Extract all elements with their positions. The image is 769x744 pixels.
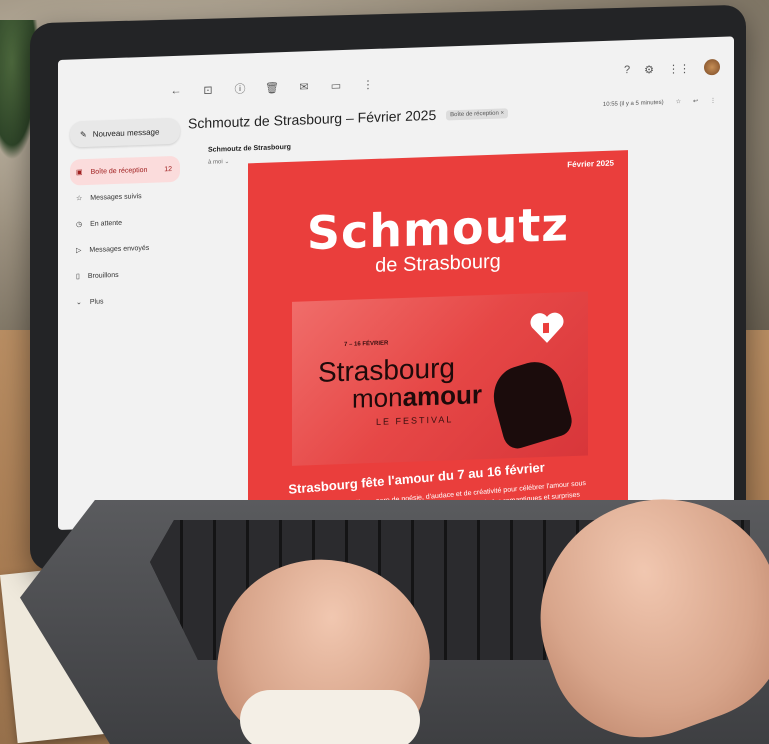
festival-banner[interactable]: 7 – 16 FÉVRIER Strasbourg monamour LE FE… xyxy=(292,291,588,466)
heart-icon xyxy=(530,312,564,343)
avatar[interactable] xyxy=(704,58,720,76)
top-right-tools: ? ⚙ ⋮⋮ xyxy=(624,58,720,78)
star-icon: ☆ xyxy=(76,195,83,203)
spam-icon[interactable]: ⓘ xyxy=(232,80,248,97)
subject-text: Schmoutz de Strasbourg – Février 2025 xyxy=(188,106,437,132)
laptop-screen: ← ⊡ ⓘ 🗑 ✉ ▭ ⋮ ? ⚙ ⋮⋮ ✎ Nouveau message ▣… xyxy=(58,36,734,531)
send-icon: ▷ xyxy=(76,247,82,255)
unread-count: 12 xyxy=(164,165,172,173)
sidebar-item-label: En attente xyxy=(90,219,123,228)
sweater-sleeve xyxy=(240,690,420,744)
clock-icon: ◷ xyxy=(76,221,83,229)
email-meta: 10:55 (il y a 5 minutes) ☆ ↩ ⋮ xyxy=(603,97,716,108)
festival-title-line2: monamour xyxy=(352,379,482,415)
star-icon[interactable]: ☆ xyxy=(676,98,681,105)
move-folder-icon[interactable]: ▭ xyxy=(328,77,344,94)
email-subject: Schmoutz de Strasbourg – Février 2025 Bo… xyxy=(188,104,509,132)
compose-button[interactable]: ✎ Nouveau message xyxy=(70,117,180,148)
reply-icon[interactable]: ↩ xyxy=(693,98,698,105)
inbox-icon: ▣ xyxy=(76,169,83,177)
mail-sidebar: ▣ Boîte de réception 12 ☆ Messages suivi… xyxy=(70,155,180,316)
pencil-icon: ✎ xyxy=(80,129,87,139)
chevron-down-icon: ⌄ xyxy=(76,299,82,307)
email-time: 10:55 (il y a 5 minutes) xyxy=(602,99,664,108)
sender-name: Schmoutz de Strasbourg xyxy=(208,143,291,154)
sidebar-item-label: Plus xyxy=(89,297,104,306)
more-icon[interactable]: ⋮ xyxy=(710,97,716,104)
finger-heart-hand-icon xyxy=(486,354,576,452)
newsletter-date: Février 2025 xyxy=(567,158,614,170)
sidebar-item-more[interactable]: ⌄ Plus xyxy=(70,286,180,316)
sidebar-item-drafts[interactable]: ▯ Brouillons xyxy=(70,260,180,290)
sidebar-item-starred[interactable]: ☆ Messages suivis xyxy=(70,182,180,212)
back-arrow-icon[interactable]: ← xyxy=(168,83,184,100)
sidebar-item-sent[interactable]: ▷ Messages envoyés xyxy=(70,234,180,264)
delete-icon[interactable]: 🗑 xyxy=(264,79,280,96)
sidebar-item-label: Brouillons xyxy=(87,271,119,280)
compose-label: Nouveau message xyxy=(92,126,160,139)
scene: ← ⊡ ⓘ 🗑 ✉ ▭ ⋮ ? ⚙ ⋮⋮ ✎ Nouveau message ▣… xyxy=(0,0,769,744)
sidebar-item-inbox[interactable]: ▣ Boîte de réception 12 xyxy=(70,155,180,186)
archive-icon[interactable]: ⊡ xyxy=(200,81,216,98)
festival-title-amour: amour xyxy=(402,379,483,412)
festival-dates: 7 – 16 FÉVRIER xyxy=(344,340,389,349)
recipient[interactable]: à moi ⌄ xyxy=(208,158,229,166)
festival-label: LE FESTIVAL xyxy=(376,414,454,427)
mark-unread-icon[interactable]: ✉ xyxy=(296,78,312,95)
settings-icon[interactable]: ⚙ xyxy=(644,63,654,76)
label-badge[interactable]: Boîte de réception × xyxy=(446,108,509,121)
more-icon[interactable]: ⋮ xyxy=(360,76,376,93)
festival-title-mon: mon xyxy=(352,381,403,414)
sidebar-item-label: Messages suivis xyxy=(90,192,142,202)
newsletter-poster: Février 2025 Schmoutz de Strasbourg 7 – … xyxy=(248,150,628,531)
sidebar-item-label: Messages envoyés xyxy=(89,244,150,254)
help-icon[interactable]: ? xyxy=(624,64,630,76)
apps-grid-icon[interactable]: ⋮⋮ xyxy=(668,61,690,75)
sidebar-item-snoozed[interactable]: ◷ En attente xyxy=(70,208,180,238)
draft-icon: ▯ xyxy=(76,273,80,281)
sidebar-item-label: Boîte de réception xyxy=(90,166,148,176)
